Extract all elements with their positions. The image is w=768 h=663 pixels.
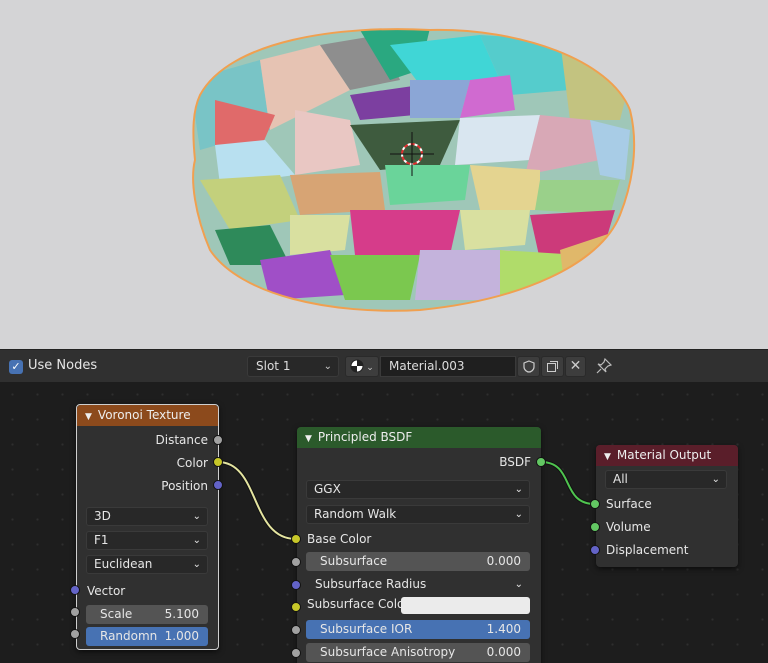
collapse-arrow-icon[interactable]: ▼ <box>85 407 92 428</box>
output-position-label: Position <box>161 479 208 493</box>
collapse-arrow-icon[interactable]: ▼ <box>604 447 611 468</box>
scale-value: 5.100 <box>164 607 199 621</box>
surface-input-socket[interactable] <box>590 499 600 509</box>
principled-node-header[interactable]: ▼ Principled BSDF <box>297 427 541 448</box>
scale-label: Scale <box>100 607 133 621</box>
material-name-field[interactable]: Material.003 <box>380 356 516 377</box>
material-output-node[interactable]: ▼ Material Output All ⌄ Surface Volume Dis… <box>596 445 738 567</box>
volume-input-label: Volume <box>606 520 651 534</box>
subsurface-anisotropy-label: Subsurface Anisotropy <box>320 645 456 659</box>
subsurface-value: 0.000 <box>486 554 521 568</box>
distribution-value: GGX <box>314 482 341 496</box>
voronoi-node-header[interactable]: ▼ Voronoi Texture <box>77 405 218 426</box>
pin-button[interactable] <box>596 357 613 377</box>
subsurface-radius-dropdown[interactable]: Subsurface Radius ⌄ <box>306 575 530 594</box>
displacement-input-label: Displacement <box>606 543 689 557</box>
randomness-value: 1.000 <box>164 629 199 643</box>
subsurface-anisotropy-input-socket[interactable] <box>291 648 301 658</box>
subsurface-radius-label: Subsurface Radius <box>315 577 427 591</box>
output-bsdf-label: BSDF <box>499 455 531 469</box>
subsurface-ior-input-socket[interactable] <box>291 625 301 635</box>
output-target-dropdown[interactable]: All ⌄ <box>605 470 727 489</box>
scale-field[interactable]: Scale 5.100 <box>86 605 208 624</box>
chevron-down-icon: ⌄ <box>323 361 332 372</box>
feature-dropdown[interactable]: F1 ⌄ <box>86 531 208 550</box>
chevron-down-icon: ⌄ <box>192 511 201 522</box>
material-sphere-icon <box>350 359 364 372</box>
feature-value: F1 <box>94 533 109 547</box>
subsurface-color-swatch[interactable] <box>401 597 530 614</box>
input-vector-label: Vector <box>87 584 126 598</box>
randomness-field[interactable]: Randomn 1.000 <box>86 627 208 646</box>
fake-user-button[interactable] <box>517 356 540 377</box>
distribution-dropdown[interactable]: GGX ⌄ <box>306 480 530 499</box>
output-target-value: All <box>613 472 628 486</box>
metric-dropdown[interactable]: Euclidean ⌄ <box>86 555 208 574</box>
use-nodes-checkbox[interactable]: ✓ <box>9 360 23 374</box>
slot-dropdown[interactable]: Slot 1 ⌄ <box>247 356 339 377</box>
subsurface-ior-label: Subsurface IOR <box>320 622 413 636</box>
node-editor-canvas[interactable]: ▼ Voronoi Texture Distance Color Position… <box>0 382 768 663</box>
vector-input-socket[interactable] <box>70 585 80 595</box>
distance-output-socket[interactable] <box>213 435 223 445</box>
subsurface-ior-value: 1.400 <box>486 622 521 636</box>
output-distance-label: Distance <box>155 433 208 447</box>
base-color-input-socket[interactable] <box>291 534 301 544</box>
unlink-material-button[interactable]: ✕ <box>565 356 586 377</box>
color-output-socket[interactable] <box>213 457 223 467</box>
subsurface-method-value: Random Walk <box>314 507 397 521</box>
shield-icon <box>522 360 535 373</box>
3d-viewport[interactable] <box>0 0 768 349</box>
node-editor-header: ✓ Use Nodes Slot 1 ⌄ ⌄ Material.003 ✕ <box>0 349 768 383</box>
subsurface-color-input-socket[interactable] <box>291 602 301 612</box>
pin-icon <box>596 357 613 374</box>
metric-value: Euclidean <box>94 557 153 571</box>
chevron-down-icon: ⌄ <box>514 484 523 495</box>
new-material-button[interactable] <box>541 356 564 377</box>
subsurface-ior-field[interactable]: Subsurface IOR 1.400 <box>306 620 530 639</box>
displacement-input-socket[interactable] <box>590 545 600 555</box>
subsurface-anisotropy-value: 0.000 <box>486 645 521 659</box>
chevron-down-icon: ⌄ <box>192 535 201 546</box>
chevron-down-icon: ⌄ <box>192 559 201 570</box>
collapse-arrow-icon[interactable]: ▼ <box>305 429 312 450</box>
voronoi-node-title: Voronoi Texture <box>97 408 191 422</box>
subsurface-method-dropdown[interactable]: Random Walk ⌄ <box>306 505 530 524</box>
subsurface-radius-input-socket[interactable] <box>291 580 301 590</box>
dimensions-dropdown[interactable]: 3D ⌄ <box>86 507 208 526</box>
voronoi-texture-node[interactable]: ▼ Voronoi Texture Distance Color Position… <box>76 404 219 650</box>
chevron-down-icon: ⌄ <box>366 363 374 373</box>
randomness-label: Randomn <box>100 629 158 643</box>
subsurface-field[interactable]: Subsurface 0.000 <box>306 552 530 571</box>
material-name: Material.003 <box>389 359 465 373</box>
randomness-input-socket[interactable] <box>70 629 80 639</box>
output-node-title: Material Output <box>616 448 712 462</box>
position-output-socket[interactable] <box>213 480 223 490</box>
subsurface-color-label: Subsurface Colo <box>307 597 405 611</box>
chevron-down-icon: ⌄ <box>514 509 523 520</box>
surface-input-label: Surface <box>606 497 652 511</box>
slot-label: Slot 1 <box>256 359 291 373</box>
chevron-down-icon: ⌄ <box>514 579 523 590</box>
duplicate-icon <box>547 361 558 372</box>
bsdf-output-socket[interactable] <box>536 457 546 467</box>
scale-input-socket[interactable] <box>70 607 80 617</box>
close-icon: ✕ <box>569 358 582 374</box>
subsurface-anisotropy-field[interactable]: Subsurface Anisotropy 0.000 <box>306 643 530 662</box>
use-nodes-label: Use Nodes <box>28 358 98 373</box>
principled-bsdf-node[interactable]: ▼ Principled BSDF BSDF GGX ⌄ Random Walk ⌄ … <box>297 427 541 663</box>
dimensions-value: 3D <box>94 509 111 523</box>
voronoi-torus-render <box>192 28 636 312</box>
subsurface-label: Subsurface <box>320 554 388 568</box>
volume-input-socket[interactable] <box>590 522 600 532</box>
subsurface-input-socket[interactable] <box>291 557 301 567</box>
principled-node-title: Principled BSDF <box>317 430 413 444</box>
output-node-header[interactable]: ▼ Material Output <box>596 445 738 466</box>
material-browse-button[interactable]: ⌄ <box>345 356 379 377</box>
chevron-down-icon: ⌄ <box>711 474 720 485</box>
base-color-label: Base Color <box>307 532 372 546</box>
output-color-label: Color <box>176 456 208 470</box>
